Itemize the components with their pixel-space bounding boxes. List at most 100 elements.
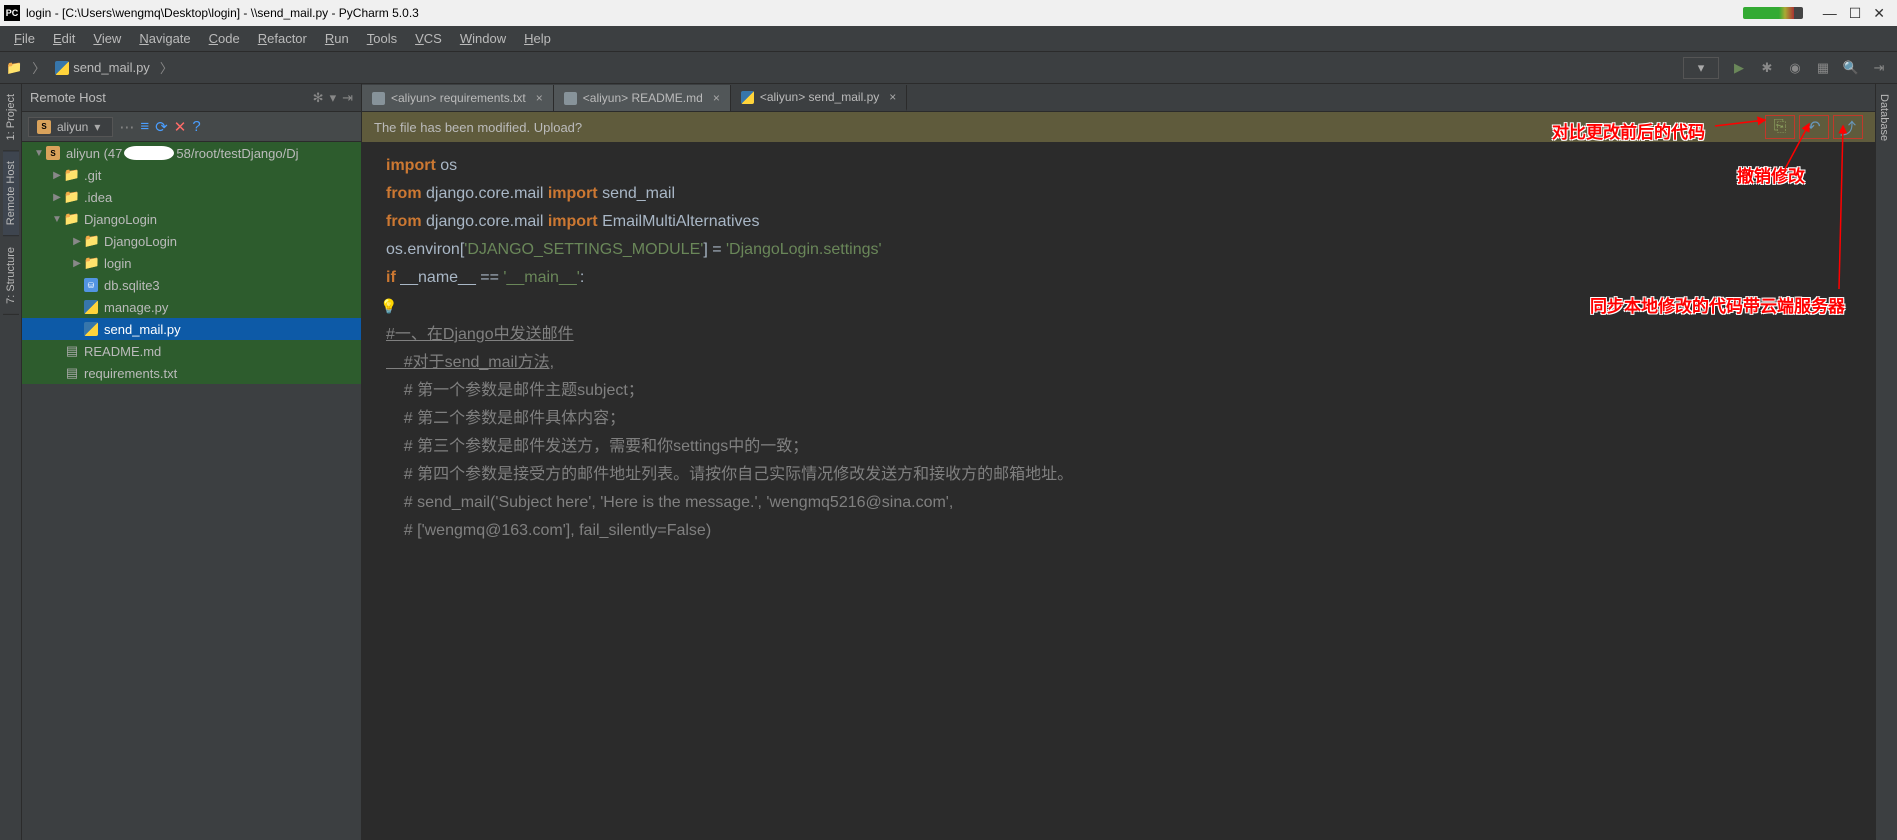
- python-file-icon: [55, 61, 69, 75]
- tree-item-label: manage.py: [104, 300, 168, 315]
- filter-button[interactable]: ≡: [140, 118, 149, 135]
- server-name-label: aliyun: [57, 120, 88, 134]
- run-config-dropdown[interactable]: ▾: [1683, 57, 1719, 79]
- tree-item[interactable]: ▶📁DjangoLogin: [22, 230, 361, 252]
- titlebar: PC login - [C:\Users\wengmq\Desktop\logi…: [0, 0, 1897, 26]
- menu-navigate[interactable]: Navigate: [131, 29, 198, 48]
- close-tab-icon[interactable]: ×: [536, 91, 543, 105]
- tree-item[interactable]: ▤ requirements.txt: [22, 362, 361, 384]
- tree-item-label: DjangoLogin: [104, 234, 177, 249]
- app-icon: PC: [4, 5, 20, 21]
- remote-file-tree: ▼ S aliyun (47 58/root/testDjango/Dj ▶📁.…: [22, 142, 361, 840]
- python-file-icon: [84, 300, 98, 314]
- database-icon: ⛁: [84, 278, 98, 292]
- redacted-mask: [124, 146, 174, 160]
- folder-icon: 📁: [84, 255, 100, 271]
- tab-label: <aliyun> README.md: [583, 91, 703, 105]
- tree-item[interactable]: send_mail.py: [22, 318, 361, 340]
- tree-item-label: login: [104, 256, 131, 271]
- maximize-button[interactable]: ☐: [1849, 5, 1862, 22]
- editor-tab[interactable]: <aliyun> send_mail.py ×: [731, 85, 907, 111]
- tree-item-label: .git: [84, 168, 101, 183]
- menu-window[interactable]: Window: [452, 29, 514, 48]
- help-button[interactable]: ?: [192, 118, 200, 135]
- tree-item[interactable]: ▶📁.idea: [22, 186, 361, 208]
- menu-help[interactable]: Help: [516, 29, 559, 48]
- menu-tools[interactable]: Tools: [359, 29, 405, 48]
- settings-icon[interactable]: ✻: [313, 90, 324, 106]
- tree-item-label: send_mail.py: [104, 322, 181, 337]
- upload-button[interactable]: ⤴: [1833, 115, 1863, 139]
- tool-tab-database[interactable]: Database: [1876, 84, 1892, 151]
- close-button[interactable]: ✕: [1873, 5, 1885, 22]
- remote-host-panel: Remote Host ✻ ▾ ⇥ S aliyun ▾ ⋯ ≡ ⟳ ✕ ? ▼…: [22, 84, 362, 840]
- tree-item[interactable]: manage.py: [22, 296, 361, 318]
- minimize-button[interactable]: —: [1823, 5, 1837, 22]
- python-file-icon: [84, 322, 98, 336]
- tree-item[interactable]: ▼📁DjangoLogin: [22, 208, 361, 230]
- text-file-icon: [564, 92, 577, 105]
- panel-title: Remote Host: [30, 90, 307, 105]
- tree-root-label-post: 58/root/testDjango/Dj: [176, 146, 298, 161]
- menu-run[interactable]: Run: [317, 29, 357, 48]
- menu-file[interactable]: File: [6, 29, 43, 48]
- server-icon: S: [46, 146, 60, 160]
- notice-text: The file has been modified. Upload?: [374, 120, 582, 135]
- text-file-icon: ▤: [64, 343, 80, 359]
- more-button[interactable]: ⋯: [119, 118, 134, 136]
- server-dropdown[interactable]: S aliyun ▾: [28, 117, 113, 137]
- server-selector-row: S aliyun ▾ ⋯ ≡ ⟳ ✕ ?: [22, 112, 361, 142]
- python-file-icon: [741, 91, 754, 104]
- window-title: login - [C:\Users\wengmq\Desktop\login] …: [26, 6, 1743, 20]
- tree-item[interactable]: ⛁ db.sqlite3: [22, 274, 361, 296]
- chevron-down-icon[interactable]: ▾: [330, 90, 337, 106]
- tool-tab----structure[interactable]: 7: Structure: [3, 237, 19, 315]
- tree-item[interactable]: ▶📁login: [22, 252, 361, 274]
- tree-item-label: DjangoLogin: [84, 212, 157, 227]
- search-button[interactable]: 🔍: [1839, 56, 1863, 80]
- menu-code[interactable]: Code: [201, 29, 248, 48]
- profile-button[interactable]: ▦: [1811, 56, 1835, 80]
- tree-root-label-pre: aliyun (47: [66, 146, 122, 161]
- menu-view[interactable]: View: [85, 29, 129, 48]
- code-editor[interactable]: import osfrom django.core.mail import se…: [362, 142, 1875, 840]
- text-file-icon: ▤: [64, 365, 80, 381]
- server-icon: S: [37, 120, 51, 134]
- diff-button[interactable]: ⎘: [1765, 115, 1795, 139]
- tree-root[interactable]: ▼ S aliyun (47 58/root/testDjango/Dj: [22, 142, 361, 164]
- coverage-button[interactable]: ◉: [1783, 56, 1807, 80]
- editor-tab[interactable]: <aliyun> requirements.txt×: [362, 85, 554, 111]
- tree-item[interactable]: ▶📁.git: [22, 164, 361, 186]
- revert-button[interactable]: ↶: [1799, 115, 1829, 139]
- hide-panel-icon[interactable]: ⇥: [342, 90, 353, 106]
- tool-tab-remote-host[interactable]: Remote Host: [3, 151, 19, 236]
- close-tab-icon[interactable]: ×: [889, 90, 896, 104]
- project-folder-icon[interactable]: 📁: [6, 60, 22, 76]
- editor-tab[interactable]: <aliyun> README.md ×: [554, 85, 731, 111]
- disconnect-button[interactable]: ✕: [174, 118, 187, 136]
- tree-item-label: README.md: [84, 344, 161, 359]
- menu-vcs[interactable]: VCS: [407, 29, 450, 48]
- upload-notice-bar: The file has been modified. Upload? ⎘ ↶ …: [362, 112, 1875, 142]
- folder-icon: 📁: [64, 211, 80, 227]
- menu-refactor[interactable]: Refactor: [250, 29, 315, 48]
- folder-icon: 📁: [64, 189, 80, 205]
- menu-edit[interactable]: Edit: [45, 29, 83, 48]
- tab-label: <aliyun> send_mail.py: [760, 90, 879, 104]
- close-tab-icon[interactable]: ×: [713, 91, 720, 105]
- collapse-button[interactable]: ⇥: [1867, 56, 1891, 80]
- breadcrumb-file[interactable]: send_mail.py: [49, 58, 156, 77]
- refresh-button[interactable]: ⟳: [155, 118, 168, 136]
- run-button[interactable]: ▶: [1727, 56, 1751, 80]
- chevron-down-icon: ▾: [94, 120, 100, 134]
- tool-tab----project[interactable]: 1: Project: [3, 84, 19, 151]
- tree-item-label: db.sqlite3: [104, 278, 160, 293]
- tree-item-label: requirements.txt: [84, 366, 177, 381]
- navigation-bar: 📁 〉 send_mail.py 〉 ▾ ▶ ✱ ◉ ▦ 🔍 ⇥: [0, 52, 1897, 84]
- right-tool-gutter: Database: [1875, 84, 1897, 840]
- editor-area: <aliyun> requirements.txt×<aliyun> READM…: [362, 84, 1875, 840]
- tree-item[interactable]: ▤ README.md: [22, 340, 361, 362]
- left-tool-gutter: 1: ProjectRemote Host7: Structure: [0, 84, 22, 840]
- chevron-right-icon: 〉: [160, 58, 173, 77]
- debug-button[interactable]: ✱: [1755, 56, 1779, 80]
